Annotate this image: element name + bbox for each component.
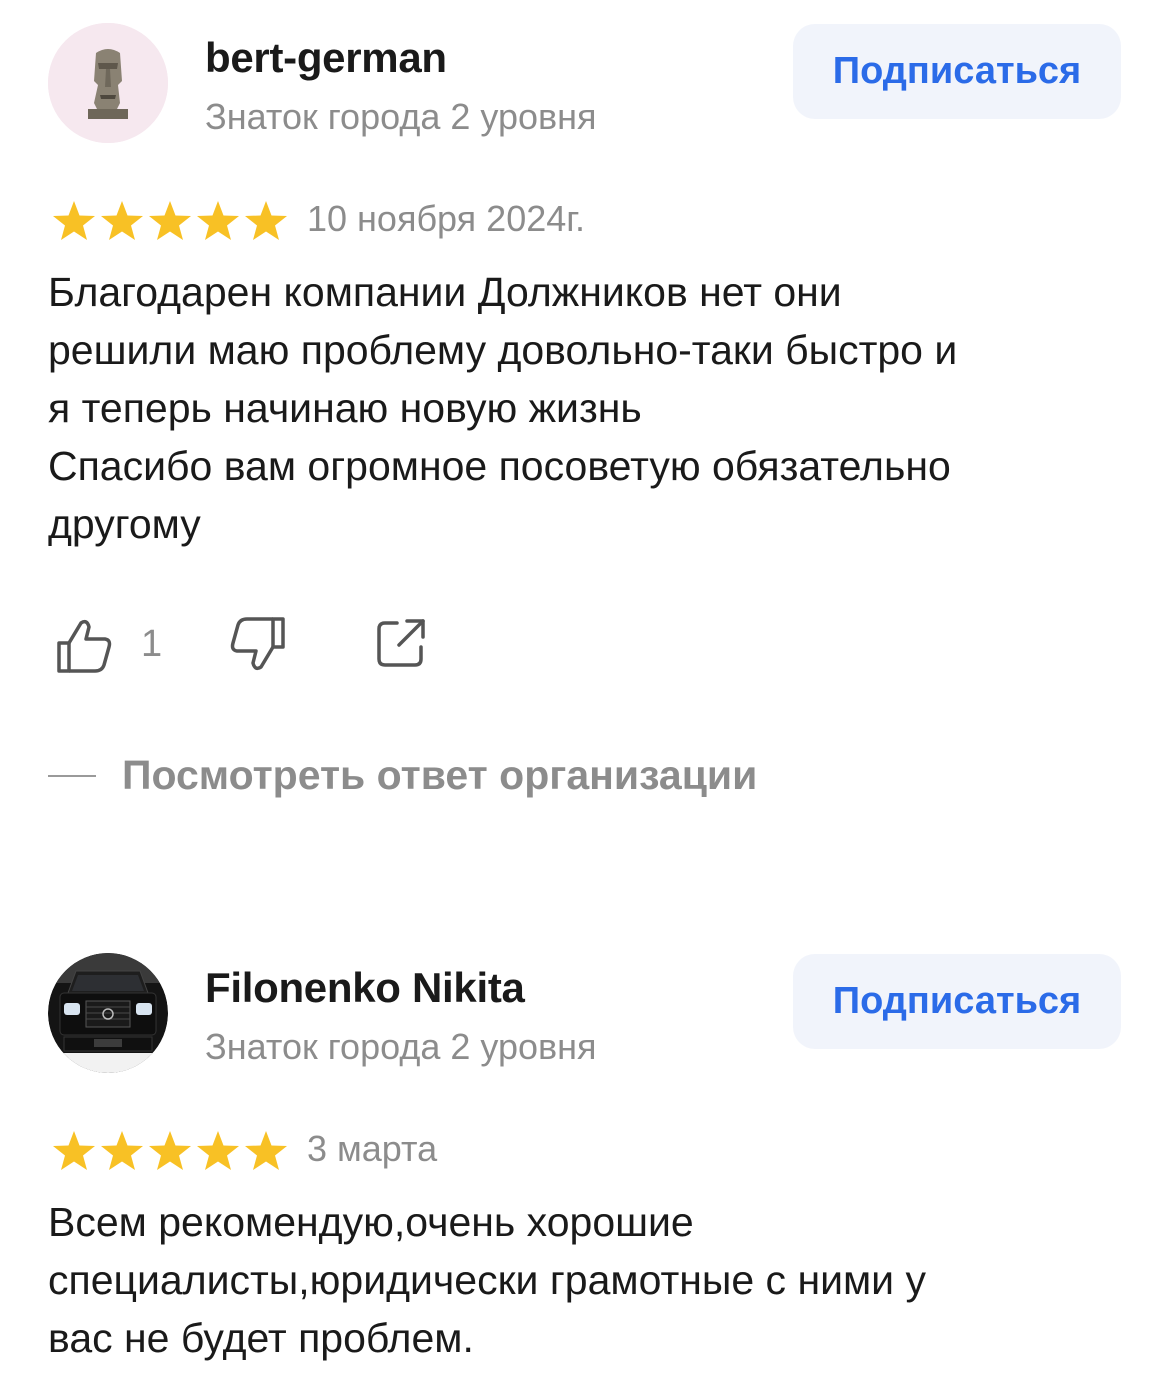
review-date: 10 ноября 2024г. [307, 198, 585, 239]
star-icon [98, 1128, 146, 1174]
star-icon [242, 198, 290, 244]
star-icon [50, 1128, 98, 1174]
review-actions: 1 [55, 615, 455, 675]
review-date: 3 марта [307, 1128, 438, 1169]
review-card: bert-german Знаток города 2 уровня Подпи… [0, 0, 1170, 860]
author-name[interactable]: Filonenko Nikita [205, 964, 525, 1012]
avatar[interactable] [48, 953, 168, 1073]
author-level: Знаток города 2 уровня [205, 96, 597, 137]
car-avatar-icon [48, 953, 168, 1073]
share-button[interactable] [373, 615, 429, 671]
rating-stars [50, 1128, 290, 1174]
star-icon [146, 198, 194, 244]
author-level: Знаток города 2 уровня [205, 1026, 597, 1067]
review-text: Всем рекомендую,очень хорошие специалист… [48, 1199, 926, 1361]
author-name[interactable]: bert-german [205, 34, 447, 82]
thumbs-down-icon [230, 617, 285, 671]
org-reply-label: Посмотреть ответ организации [122, 752, 758, 798]
like-button[interactable] [55, 615, 115, 675]
star-icon [242, 1128, 290, 1174]
like-count: 1 [141, 623, 163, 665]
review-text: Благодарен компании Должников нет они ре… [48, 269, 958, 547]
thumbs-up-icon [57, 619, 112, 673]
star-icon [98, 198, 146, 244]
star-icon [194, 1128, 242, 1174]
rating-stars [50, 198, 290, 244]
avatar[interactable] [48, 23, 168, 143]
share-icon [377, 619, 425, 667]
star-icon [146, 1128, 194, 1174]
star-icon [194, 198, 242, 244]
star-icon [50, 198, 98, 244]
review-card: Filonenko Nikita Знаток города 2 уровня … [0, 930, 1170, 1385]
org-reply-link[interactable]: Посмотреть ответ организации [48, 748, 757, 803]
dislike-button[interactable] [227, 615, 287, 675]
divider-dash [48, 774, 96, 777]
subscribe-button[interactable]: Подписаться [793, 954, 1121, 1049]
moai-avatar-icon [48, 23, 168, 143]
subscribe-button[interactable]: Подписаться [793, 24, 1121, 119]
